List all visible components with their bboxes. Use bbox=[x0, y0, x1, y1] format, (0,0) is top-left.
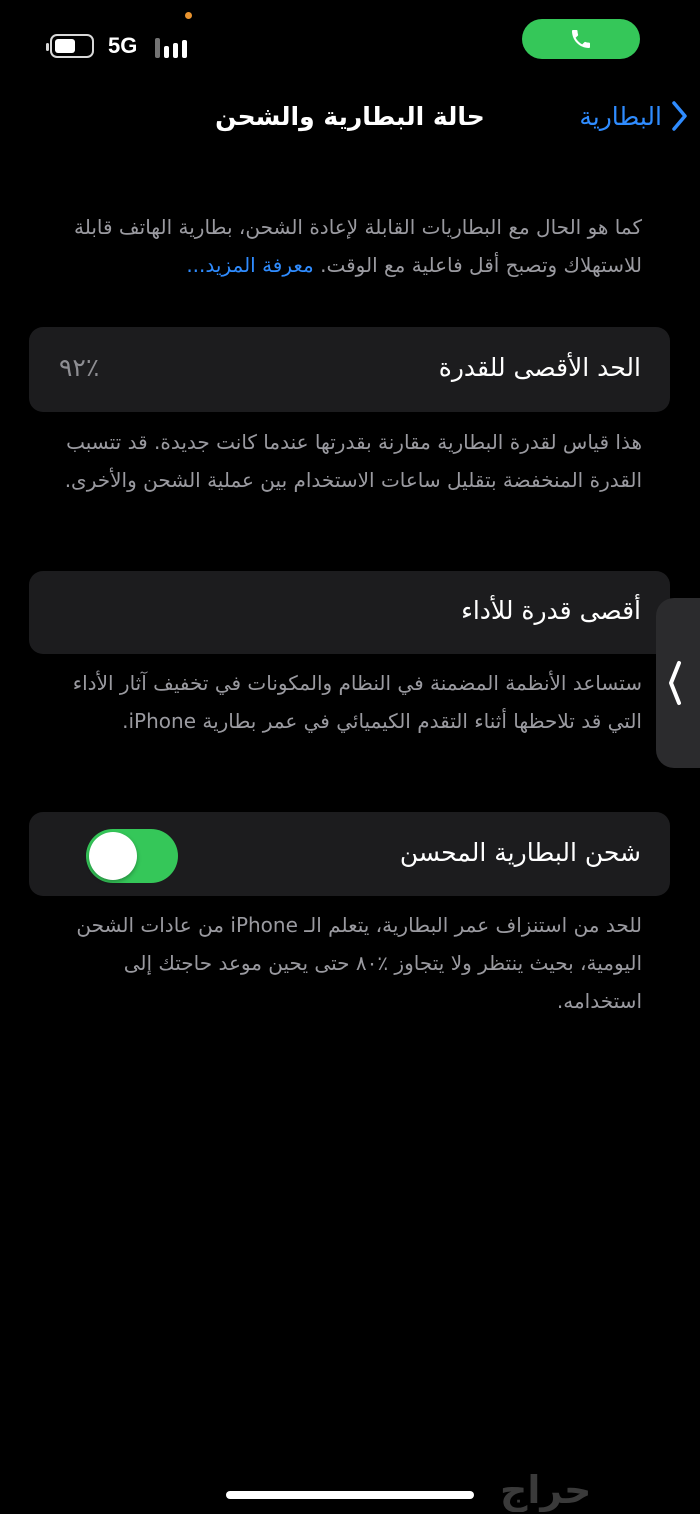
battery-icon bbox=[46, 34, 94, 58]
max-capacity-value: ٪٩٢ bbox=[59, 353, 100, 382]
phone-icon bbox=[572, 30, 590, 48]
active-call-button[interactable] bbox=[522, 19, 640, 59]
toggle-knob bbox=[89, 832, 137, 880]
privacy-indicator-dot bbox=[185, 12, 192, 19]
intro-description: كما هو الحال مع البطاريات القابلة لإعادة… bbox=[60, 208, 642, 284]
back-button-label: البطارية bbox=[579, 101, 662, 131]
watermark-logo: حراج bbox=[500, 1468, 592, 1512]
peak-performance-label: أقصى قدرة للأداء bbox=[461, 596, 641, 625]
signal-bars-icon bbox=[155, 36, 191, 58]
optimized-charging-description: للحد من استنزاف عمر البطارية، يتعلم الـ … bbox=[76, 913, 642, 1013]
chevron-left-icon bbox=[669, 661, 681, 705]
peak-performance-description: ستساعد الأنظمة المضمنة في النظام والمكون… bbox=[72, 671, 642, 733]
max-capacity-row: الحد الأقصى للقدرة ٪٩٢ bbox=[29, 327, 670, 412]
chevron-left-icon bbox=[672, 101, 687, 131]
max-capacity-description: هذا قياس لقدرة البطارية مقارنة بقدرتها ع… bbox=[64, 430, 642, 492]
optimized-charging-toggle[interactable] bbox=[86, 829, 178, 883]
home-indicator[interactable] bbox=[226, 1491, 474, 1499]
page-title: حالة البطارية والشحن bbox=[215, 102, 485, 131]
optimized-charging-row: شحن البطارية المحسن bbox=[29, 812, 670, 896]
intro-text: كما هو الحال مع البطاريات القابلة لإعادة… bbox=[74, 215, 642, 277]
max-capacity-label: الحد الأقصى للقدرة bbox=[438, 353, 641, 382]
side-panel-handle[interactable] bbox=[656, 598, 700, 768]
back-button[interactable]: البطارية bbox=[579, 100, 688, 132]
learn-more-link[interactable]: معرفة المزيد... bbox=[186, 253, 313, 277]
network-type: 5G bbox=[108, 33, 138, 58]
optimized-charging-label: شحن البطارية المحسن bbox=[399, 838, 641, 867]
peak-performance-row: أقصى قدرة للأداء bbox=[29, 571, 670, 654]
